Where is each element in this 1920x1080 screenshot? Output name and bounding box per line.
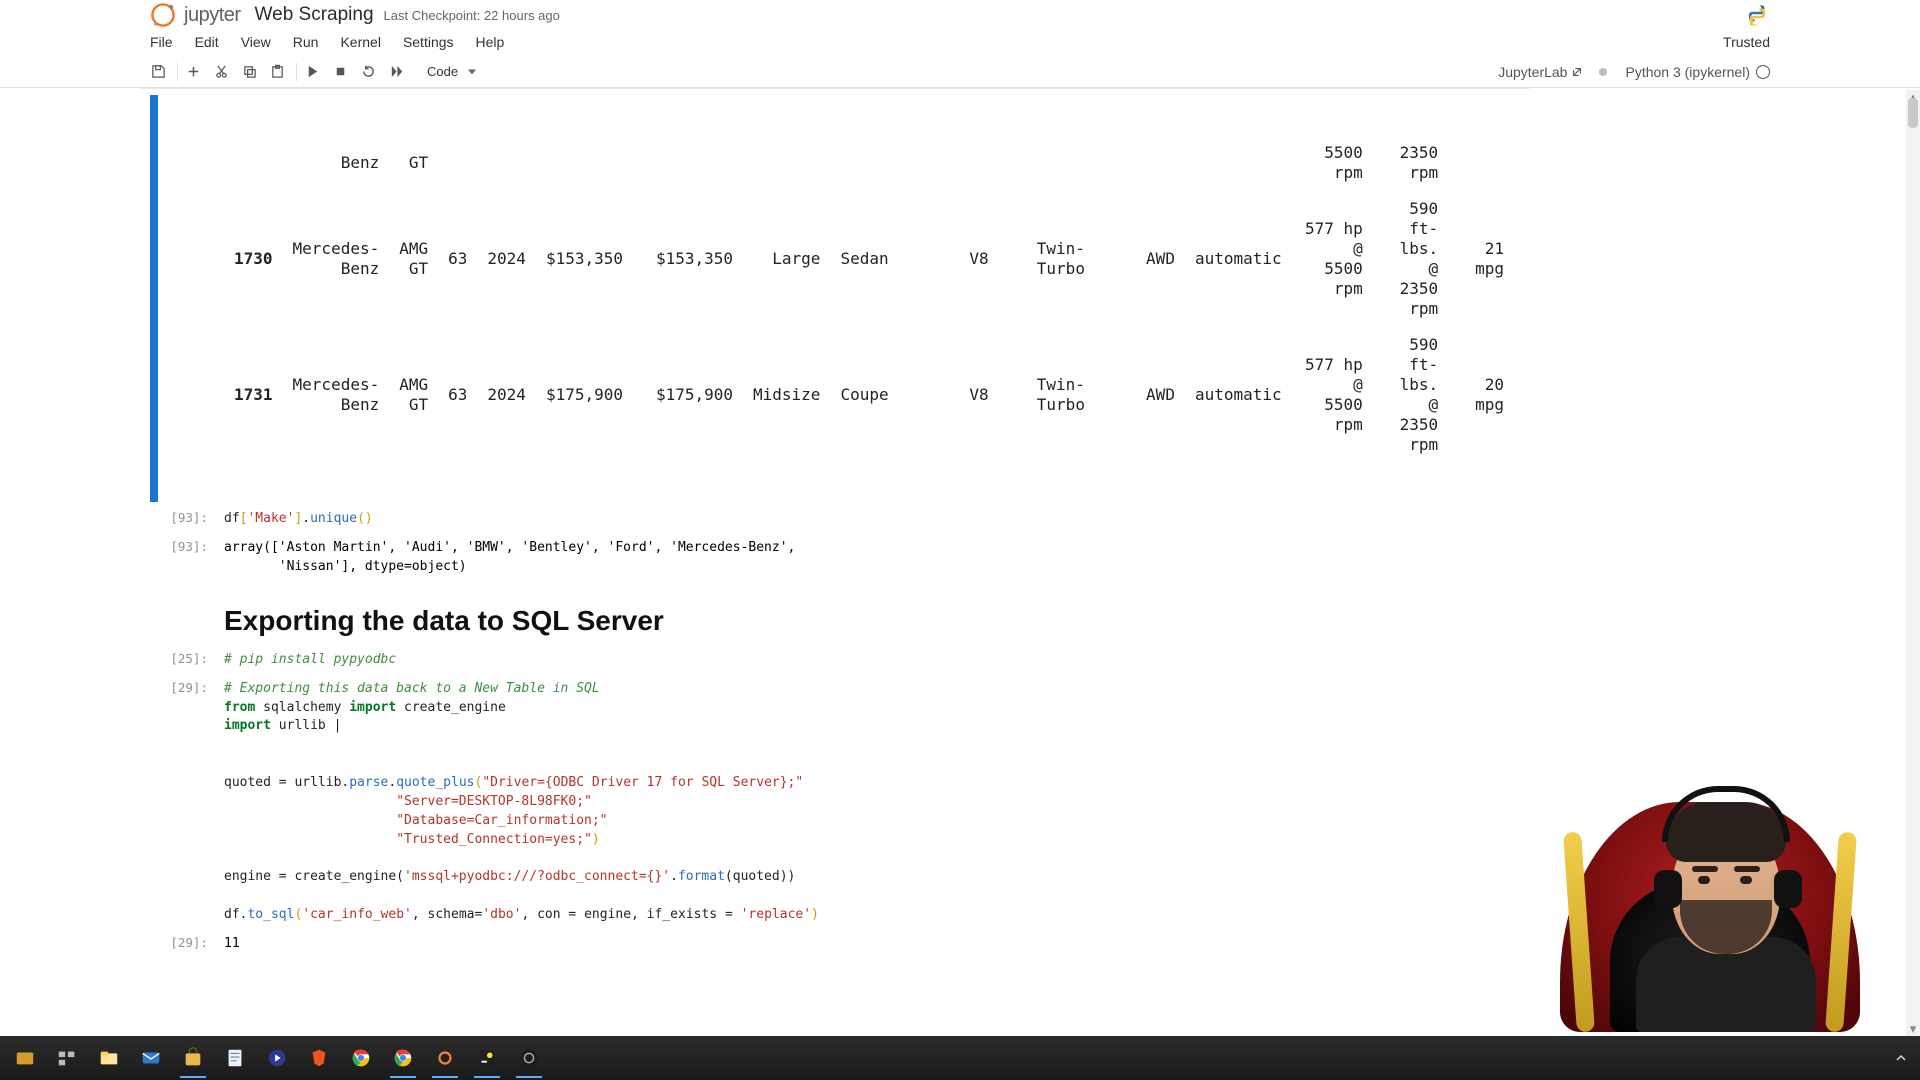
- notebook-header: jupyter Web Scraping Last Checkpoint: 22…: [0, 0, 1920, 28]
- menu-settings[interactable]: Settings: [403, 34, 454, 50]
- checkpoint-text: Last Checkpoint: 22 hours ago: [384, 8, 560, 23]
- jupyterlab-link[interactable]: JupyterLab: [1498, 64, 1583, 80]
- run-icon[interactable]: [301, 61, 323, 83]
- menu-file[interactable]: File: [150, 34, 173, 50]
- menu-kernel[interactable]: Kernel: [340, 34, 380, 50]
- restart-run-all-icon[interactable]: [385, 61, 407, 83]
- notebook-area[interactable]: Benz GT 5500 rpm 2350 rpm: [140, 88, 1530, 1080]
- menu-bar: File Edit View Run Kernel Settings Help …: [0, 28, 1920, 58]
- kernel-name[interactable]: Python 3 (ipykernel): [1625, 64, 1750, 80]
- toolbar: Code JupyterLab Python 3 (ipykernel): [0, 58, 1920, 88]
- copy-icon[interactable]: [238, 61, 260, 83]
- code-cell-93-output: [93]: array(['Aston Martin', 'Audi', 'BM…: [150, 537, 1520, 579]
- taskbar-tray-icon[interactable]: [1894, 1051, 1908, 1065]
- cell-prompt: [29]:: [158, 933, 218, 956]
- markdown-cell[interactable]: Exporting the data to SQL Server: [150, 585, 1520, 643]
- debugger-icon[interactable]: [1599, 68, 1607, 76]
- table-output-cell[interactable]: Benz GT 5500 rpm 2350 rpm: [150, 95, 1520, 502]
- taskbar-pycharm-icon[interactable]: [466, 1038, 508, 1078]
- cell-type-select[interactable]: Code: [419, 62, 484, 81]
- windows-taskbar[interactable]: [0, 1036, 1920, 1080]
- kernel-status-icon[interactable]: [1756, 65, 1770, 79]
- table-row: 1730 Mercedes- Benz AMG GT 63 2024 $153,…: [224, 191, 1514, 327]
- taskbar-media-icon[interactable]: [256, 1038, 298, 1078]
- jupyter-logo-icon: [150, 2, 176, 28]
- stop-icon[interactable]: [329, 61, 351, 83]
- scroll-thumb[interactable]: [1908, 98, 1918, 128]
- restart-icon[interactable]: [357, 61, 379, 83]
- save-icon[interactable]: [147, 61, 169, 83]
- taskbar-chrome2-icon[interactable]: [382, 1038, 424, 1078]
- taskbar-mail-icon[interactable]: [130, 1038, 172, 1078]
- table-row: 1731 Mercedes- Benz AMG GT 63 2024 $175,…: [224, 327, 1514, 463]
- taskbar-app-1[interactable]: [4, 1038, 46, 1078]
- menu-view[interactable]: View: [241, 34, 271, 50]
- code-cell-93-input[interactable]: [93]: df['Make'].unique(): [150, 508, 1520, 531]
- taskbar-explorer-icon[interactable]: [88, 1038, 130, 1078]
- code-cell-29-output: [29]: 11: [150, 933, 1520, 956]
- cell-output-text: 11: [218, 933, 1520, 956]
- notebook-title[interactable]: Web Scraping: [255, 4, 374, 26]
- python-icon: [1744, 2, 1770, 28]
- paste-icon[interactable]: [266, 61, 288, 83]
- table-row: Benz GT 5500 rpm 2350 rpm: [224, 135, 1514, 191]
- trusted-indicator: Trusted: [1723, 34, 1770, 50]
- cell-prompt: [93]:: [158, 537, 218, 579]
- webcam-overlay: [1520, 732, 1900, 1032]
- jupyterlab-link-text: JupyterLab: [1498, 64, 1567, 80]
- cell-output-text: array(['Aston Martin', 'Audi', 'BMW', 'B…: [218, 537, 1520, 579]
- cell-prompt: [93]:: [158, 508, 218, 531]
- cell-prompt: [25]:: [158, 649, 218, 672]
- vertical-scrollbar[interactable]: ▴ ▾: [1906, 90, 1920, 1036]
- cut-icon[interactable]: [210, 61, 232, 83]
- taskbar-notepad-icon[interactable]: [214, 1038, 256, 1078]
- scroll-down-arrow-icon[interactable]: ▾: [1906, 1022, 1920, 1036]
- taskbar-app-loop-icon[interactable]: [424, 1038, 466, 1078]
- menu-help[interactable]: Help: [476, 34, 505, 50]
- taskbar-desktops-icon[interactable]: [46, 1038, 88, 1078]
- dataframe-table: Benz GT 5500 rpm 2350 rpm: [224, 135, 1514, 463]
- menu-run[interactable]: Run: [293, 34, 319, 50]
- code-cell-25-input[interactable]: [25]: # pip install pypyodbc: [150, 649, 1520, 672]
- text-cursor: |: [334, 718, 342, 733]
- taskbar-chrome-icon[interactable]: [340, 1038, 382, 1078]
- taskbar-obs-icon[interactable]: [508, 1038, 550, 1078]
- jupyter-logo-text: jupyter: [184, 4, 241, 27]
- add-cell-icon[interactable]: [182, 61, 204, 83]
- cell-prompt: [29]:: [158, 678, 218, 927]
- menu-edit[interactable]: Edit: [195, 34, 219, 50]
- section-heading: Exporting the data to SQL Server: [224, 605, 1514, 637]
- taskbar-brave-icon[interactable]: [298, 1038, 340, 1078]
- code-cell-29-input[interactable]: [29]: # Exporting this data back to a Ne…: [150, 678, 1520, 927]
- taskbar-store-icon[interactable]: [172, 1038, 214, 1078]
